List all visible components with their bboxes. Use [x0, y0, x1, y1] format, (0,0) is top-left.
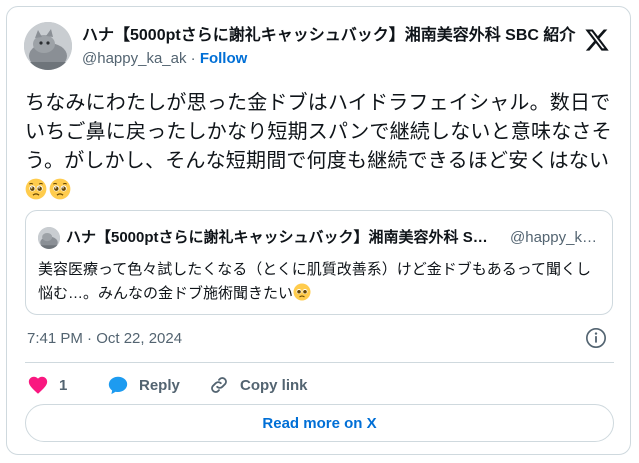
tweet-timestamp[interactable]: 7:41 PM · Oct 22, 2024: [27, 329, 182, 349]
quoted-author-handle: @happy_ka_ak: [510, 229, 602, 246]
like-button[interactable]: 1: [27, 369, 67, 401]
quoted-author-avatar: [38, 227, 60, 249]
link-icon: [211, 377, 227, 393]
divider: [25, 362, 614, 363]
quoted-author-name: ハナ【5000ptさらに謝礼キャッシュバック】湘南美容外科 SBC 紹介: [66, 229, 496, 246]
handle-separator: ·: [190, 50, 196, 67]
tweet-body: ちなみにわたしが思った金ドブはハイドラフェイシャル。数日でいちご鼻に戻ったしかな…: [25, 92, 612, 172]
heart-icon: [28, 376, 48, 394]
author-handle[interactable]: @happy_ka_ak: [82, 50, 186, 67]
author-handle-row: @happy_ka_ak · Follow: [82, 49, 247, 69]
reply-button[interactable]: Reply: [107, 369, 180, 401]
author-name[interactable]: ハナ【5000ptさらに謝礼キャッシュバック】湘南美容外科 SBC 紹介: [82, 26, 577, 46]
read-more-button[interactable]: Read more on X: [25, 404, 614, 442]
quoted-tweet-body: 美容医療って色々試したくなる（とくに肌質改善系）けど金ドブもあるって聞くし悩む……: [38, 261, 592, 302]
pleading-face-icon: [49, 178, 71, 200]
pleading-face-icon: [25, 178, 47, 200]
reply-label: Reply: [139, 376, 180, 394]
reply-bubble-icon: [108, 376, 128, 395]
tweet-text: ちなみにわたしが思った金ドブはハイドラフェイシャル。数日でいちご鼻に戻ったしかな…: [25, 89, 617, 205]
x-logo-icon[interactable]: [584, 27, 610, 53]
like-count: 1: [59, 376, 68, 394]
follow-button[interactable]: Follow: [200, 50, 248, 67]
pleading-face-icon: [293, 283, 311, 301]
info-icon[interactable]: [585, 327, 607, 349]
quoted-tweet[interactable]: ハナ【5000ptさらに謝礼キャッシュバック】湘南美容外科 SBC 紹介 @ha…: [25, 210, 613, 315]
quoted-tweet-text: 美容医療って色々試したくなる（とくに肌質改善系）けど金ドブもあるって聞くし悩む……: [38, 258, 593, 306]
author-avatar[interactable]: [24, 22, 72, 70]
copy-link-label: Copy link: [240, 376, 308, 394]
copy-link-button[interactable]: Copy link: [208, 369, 308, 401]
tweet-card: ハナ【5000ptさらに謝礼キャッシュバック】湘南美容外科 SBC 紹介 @ha…: [6, 6, 631, 455]
